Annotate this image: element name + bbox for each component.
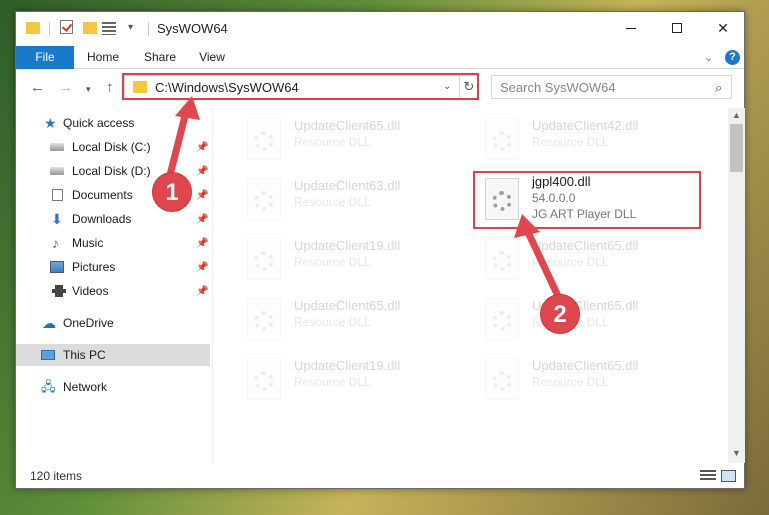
step-1-badge: 1 (152, 172, 192, 212)
arrow-1-head (175, 96, 200, 120)
annotation-arrows (166, 96, 562, 298)
step-2-badge: 2 (540, 294, 580, 334)
arrow-1 (166, 111, 190, 176)
arrow-2-head (514, 214, 540, 238)
arrow-2 (523, 228, 562, 298)
